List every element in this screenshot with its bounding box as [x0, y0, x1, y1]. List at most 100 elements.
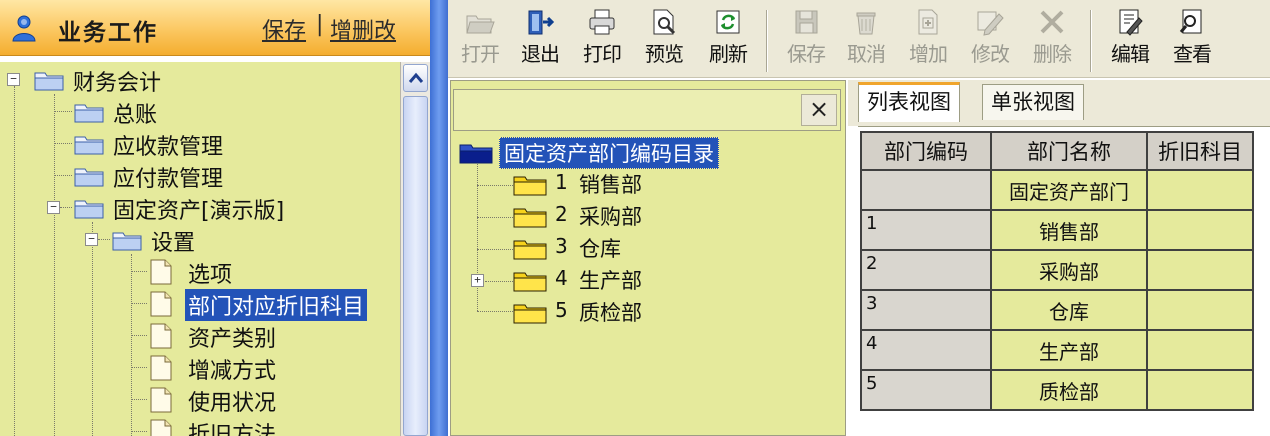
cell-name[interactable]: 销售部: [990, 209, 1148, 251]
tree-scrollbar[interactable]: [400, 62, 430, 436]
refresh-button[interactable]: 刷新: [700, 8, 756, 76]
cell-name[interactable]: 固定资产部门: [990, 169, 1148, 211]
cell-code[interactable]: 5: [860, 369, 992, 411]
view-button[interactable]: 查看: [1164, 8, 1220, 76]
tree-label: 固定资产[演示版]: [113, 199, 285, 224]
cell-code[interactable]: 4: [860, 329, 992, 371]
collapse-icon[interactable]: −: [7, 73, 20, 86]
panel-title: 业务工作: [58, 20, 158, 46]
department-tree-root[interactable]: 固定资产部门编码目录: [459, 137, 839, 169]
tree-item-general-ledger[interactable]: 总账: [0, 96, 400, 128]
expand-icon[interactable]: +: [471, 274, 484, 287]
folder-icon: [513, 272, 547, 292]
tree-item-fixed-assets[interactable]: − 固定资产[演示版]: [0, 192, 400, 224]
column-header-name[interactable]: 部门名称: [990, 131, 1148, 171]
add-doc-icon: [918, 9, 938, 35]
preview-button[interactable]: 预览: [636, 8, 692, 76]
tree-label: 增减方式: [188, 359, 277, 384]
detail-pane: 列表视图 单张视图 部门编码 部门名称 折旧科目 固定资产部门 1 销售部 2 …: [848, 80, 1270, 436]
tab-single-view[interactable]: 单张视图: [982, 84, 1084, 120]
delete-button[interactable]: 删除: [1024, 8, 1080, 76]
tree-item-receivables[interactable]: 应收款管理: [0, 128, 400, 160]
cell-code[interactable]: 3: [860, 289, 992, 331]
tree-label: 应付款管理: [113, 167, 224, 192]
cell-account[interactable]: [1146, 369, 1254, 411]
tree-item-dept-depreciation[interactable]: 部门对应折旧科目: [0, 288, 400, 321]
scroll-up-button[interactable]: [403, 64, 428, 92]
exit-button[interactable]: 退出: [512, 8, 568, 76]
cancel-trash-icon: [856, 12, 876, 35]
toolbar-separator: [1090, 10, 1092, 72]
document-icon: [150, 419, 172, 436]
tab-list-view[interactable]: 列表视图: [858, 82, 960, 122]
table-row[interactable]: 3 仓库: [860, 289, 1254, 331]
department-node[interactable]: 3 仓库: [513, 233, 833, 263]
toolbar-separator: [766, 10, 768, 72]
cancel-button[interactable]: 取消: [838, 8, 894, 76]
table-row[interactable]: 5 质检部: [860, 369, 1254, 411]
folder-open-icon: [112, 232, 142, 251]
folder-icon: [513, 208, 547, 228]
save-link[interactable]: 保存: [262, 13, 306, 45]
tree-label: 资产类别: [188, 327, 277, 352]
close-button[interactable]: ×: [801, 94, 837, 126]
tree-item-settings[interactable]: − 设置: [0, 224, 400, 256]
collapse-icon[interactable]: −: [85, 233, 98, 246]
cell-name[interactable]: 采购部: [990, 249, 1148, 291]
open-folder-icon: [466, 15, 495, 34]
add-button[interactable]: 增加: [900, 8, 956, 76]
save-button[interactable]: 保存: [778, 8, 834, 76]
cell-account[interactable]: [1146, 249, 1254, 291]
cell-code[interactable]: 1: [860, 209, 992, 251]
save-disk-icon: [795, 10, 818, 34]
folder-icon: [74, 104, 104, 123]
delete-x-icon: [1040, 10, 1064, 34]
cell-name[interactable]: 质检部: [990, 369, 1148, 411]
tree-label: 使用状况: [188, 391, 277, 416]
toolbar: 打开 退出 打印 预览 刷新 保存 取消 增加 修改 删除 编辑 查看: [448, 0, 1270, 78]
department-account-table: 部门编码 部门名称 折旧科目 固定资产部门 1 销售部 2 采购部 3 仓库 4…: [860, 131, 1254, 411]
tree-item-usage-status[interactable]: 使用状况: [0, 384, 400, 416]
edit-doc-icon: [1119, 9, 1143, 36]
column-header-code[interactable]: 部门编码: [860, 131, 992, 171]
cell-account[interactable]: [1146, 289, 1254, 331]
department-node[interactable]: 5 质检部: [513, 297, 833, 327]
cell-name[interactable]: 生产部: [990, 329, 1148, 371]
printer-icon: [589, 9, 615, 35]
cell-name[interactable]: 仓库: [990, 289, 1148, 331]
panel-divider[interactable]: [430, 0, 448, 436]
cell-account[interactable]: [1146, 209, 1254, 251]
folder-icon: [513, 176, 547, 196]
cell-account[interactable]: [1146, 169, 1254, 211]
department-node[interactable]: 1 销售部: [513, 169, 833, 199]
table-row[interactable]: 2 采购部: [860, 249, 1254, 291]
tree-item-change-method[interactable]: 增减方式: [0, 352, 400, 384]
cell-account[interactable]: [1146, 329, 1254, 371]
table-row[interactable]: 固定资产部门: [860, 169, 1254, 211]
add-delete-edit-link[interactable]: 增删改: [330, 13, 396, 45]
open-button[interactable]: 打开: [452, 8, 508, 76]
folder-open-icon: [459, 144, 493, 164]
chevron-up-icon: [408, 72, 424, 83]
department-tree-root-label: 固定资产部门编码目录: [499, 137, 719, 169]
tree-item-payables[interactable]: 应付款管理: [0, 160, 400, 192]
column-header-account[interactable]: 折旧科目: [1146, 131, 1254, 171]
cell-code[interactable]: 2: [860, 249, 992, 291]
tree-item-depreciation-method[interactable]: 折旧方法: [0, 416, 400, 436]
refresh-icon: [716, 10, 740, 34]
tree-label: 选项: [188, 263, 233, 288]
tree-item-finance[interactable]: − 财务会计: [0, 64, 400, 96]
department-node[interactable]: 2 采购部: [513, 201, 833, 231]
print-button[interactable]: 打印: [574, 8, 630, 76]
cell-code[interactable]: [860, 169, 992, 211]
modify-button[interactable]: 修改: [962, 8, 1018, 76]
tree-item-asset-category[interactable]: 资产类别: [0, 320, 400, 352]
tree-item-options[interactable]: 选项: [0, 256, 400, 288]
table-row[interactable]: 1 销售部: [860, 209, 1254, 251]
edit-button[interactable]: 编辑: [1102, 8, 1158, 76]
table-row[interactable]: 4 生产部: [860, 329, 1254, 371]
navigation-tree: − 财务会计 总账 应收款管理 应付款管理 − 固定资产[演示版] − 设置 选…: [0, 62, 400, 436]
scroll-thumb[interactable]: [403, 96, 428, 436]
collapse-icon[interactable]: −: [47, 201, 60, 214]
department-node[interactable]: 4 生产部: [513, 265, 833, 295]
